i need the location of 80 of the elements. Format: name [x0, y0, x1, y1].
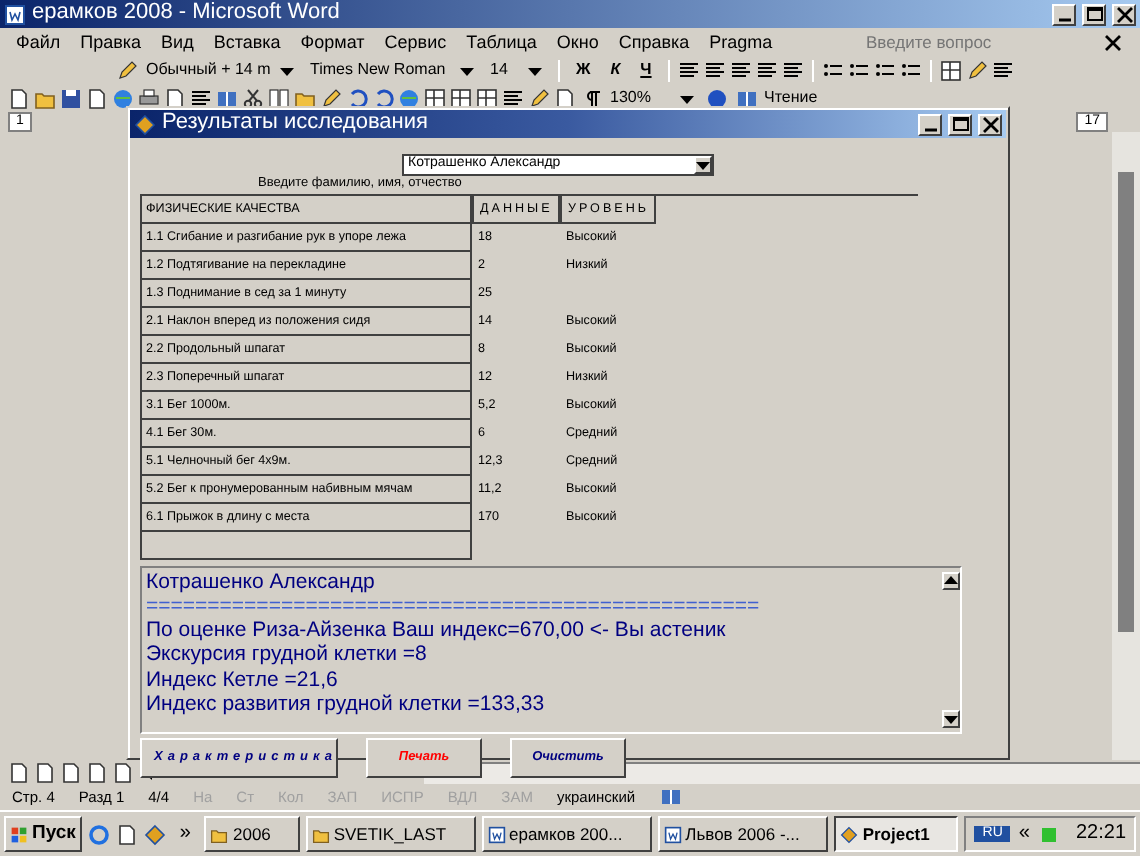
- more-button[interactable]: »: [171, 822, 199, 846]
- window-title: ерамков 2008 - Microsoft Word: [32, 0, 340, 28]
- zoom-dropdown[interactable]: 130%: [606, 87, 702, 109]
- document-icon: [663, 825, 682, 843]
- start-logo-icon: [10, 825, 28, 843]
- bold-button[interactable]: Ж: [568, 60, 599, 80]
- menu-item[interactable]: Сервис: [384, 31, 447, 53]
- close-icon: [979, 113, 1001, 135]
- minimize-button[interactable]: [918, 113, 942, 135]
- read-button[interactable]: Чтение: [732, 87, 822, 109]
- result-line: По оценке Риза-Айзенка Ваш индекс=670,00 <- Вы астеник: [146, 618, 728, 643]
- borders-icon[interactable]: [939, 59, 962, 81]
- align-right-icon[interactable]: [729, 59, 752, 81]
- document-icon: [487, 825, 505, 843]
- scrollbar-thumb[interactable]: [1118, 172, 1134, 632]
- word-icon: [4, 3, 26, 25]
- menu-item[interactable]: Справка: [618, 31, 690, 53]
- restore-button[interactable]: [1082, 3, 1106, 25]
- taskbar-button[interactable]: SVETIK_LAST: [305, 816, 475, 852]
- tables-icon[interactable]: [424, 87, 446, 109]
- menu-item[interactable]: Таблица: [466, 31, 537, 53]
- minimize-icon: [1057, 17, 1071, 21]
- line-spacing-icon[interactable]: [781, 59, 804, 81]
- diamond-icon: [840, 825, 859, 843]
- italic-button[interactable]: К: [602, 60, 629, 80]
- minimize-icon: [923, 127, 937, 131]
- menu-item[interactable]: Вид: [161, 31, 194, 53]
- menu-item[interactable]: Pragma: [709, 31, 773, 53]
- clock: 22:21: [1075, 822, 1127, 846]
- dialog-title: Результаты исследования: [162, 110, 428, 138]
- cut-icon[interactable]: [242, 87, 264, 109]
- menu-item[interactable]: Файл: [16, 31, 61, 53]
- close-button[interactable]: [1112, 3, 1136, 25]
- insert-table-icon[interactable]: [450, 87, 472, 109]
- result-line: Индекс развития грудной клетки =133,33: [146, 691, 547, 717]
- result-line: Котрашенко Александр: [146, 569, 377, 594]
- undo-icon[interactable]: [346, 87, 368, 109]
- taskbar-button[interactable]: 2006: [204, 816, 300, 852]
- underline-button[interactable]: Ч: [632, 60, 660, 80]
- align-center-icon[interactable]: [703, 59, 726, 81]
- close-button[interactable]: [978, 113, 1002, 135]
- menu-item[interactable]: Окно: [556, 31, 599, 53]
- book-icon: [736, 87, 758, 109]
- justify-icon[interactable]: [755, 59, 778, 81]
- results-text-area[interactable]: [140, 565, 962, 734]
- maximize-button[interactable]: [948, 113, 972, 135]
- close-icon: [1102, 31, 1124, 54]
- taskbar-button[interactable]: Львов 2006 -...: [657, 816, 829, 852]
- minimize-button[interactable]: [1052, 3, 1076, 25]
- close-icon: [1113, 3, 1135, 25]
- menu-item[interactable]: Вставка: [213, 31, 281, 53]
- scroll-down-button[interactable]: [942, 709, 960, 728]
- new-document-icon[interactable]: [8, 87, 30, 109]
- result-line: Индекс Кетле =21,6: [146, 667, 340, 692]
- maximize-icon: [1083, 3, 1105, 25]
- font-size-dropdown[interactable]: 14: [486, 59, 550, 81]
- bulleted-list-icon[interactable]: [847, 59, 870, 81]
- menu-item[interactable]: Правка: [80, 31, 142, 53]
- scroll-up-button[interactable]: [942, 571, 960, 590]
- align-left-icon[interactable]: [677, 59, 700, 81]
- result-line: Экскурсия грудной клетки =8: [146, 642, 429, 668]
- print-icon[interactable]: [138, 87, 160, 109]
- maximize-icon: [949, 113, 971, 135]
- menu-item[interactable]: Формат: [300, 31, 365, 53]
- app-icon: [134, 113, 156, 135]
- start-button[interactable]: Пуск: [4, 816, 82, 852]
- folder-icon: [311, 825, 330, 843]
- save-icon[interactable]: [60, 87, 82, 109]
- font-dropdown[interactable]: Times New Roman: [306, 59, 482, 81]
- tray-toggle-button[interactable]: «: [1018, 822, 1030, 846]
- close-document-button[interactable]: [1102, 30, 1124, 54]
- style-dropdown[interactable]: Обычный + 14 m: [142, 59, 302, 81]
- taskbar-button[interactable]: Project1: [834, 816, 959, 852]
- folder-icon: [210, 825, 229, 843]
- help-icon[interactable]: [706, 87, 728, 109]
- taskbar-button[interactable]: ерамков 200...: [481, 816, 652, 852]
- help-search-field[interactable]: Введите вопрос: [862, 30, 1082, 54]
- copy-icon[interactable]: [268, 87, 290, 109]
- separator-line: ==================================================: [146, 594, 762, 619]
- highlight-icon[interactable]: [965, 59, 988, 81]
